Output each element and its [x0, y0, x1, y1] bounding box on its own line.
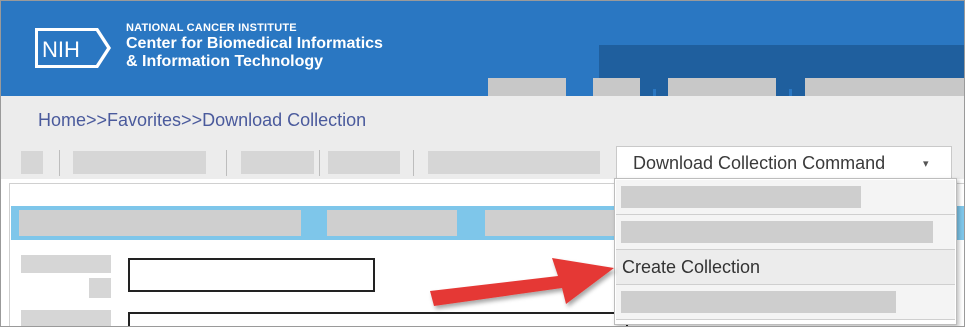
- create-collection-menu-item[interactable]: Create Collection: [616, 250, 955, 285]
- annotation-arrow-icon: [430, 258, 614, 306]
- dropdown-item[interactable]: [616, 180, 955, 215]
- column-header: [19, 210, 301, 236]
- dropdown-item-label: [621, 186, 861, 208]
- org-line-2: Center for Biomedical Informatics: [126, 35, 383, 52]
- toolbar: Download Collection Command ▾: [1, 146, 964, 179]
- field-label: [21, 310, 111, 326]
- breadcrumb-bar: Home>>Favorites>>Download Collection: [1, 96, 964, 146]
- org-line-3: & Information Technology: [126, 53, 324, 70]
- create-collection-label: Create Collection: [622, 257, 761, 277]
- nav-tab-4[interactable]: [805, 78, 964, 96]
- org-name: NATIONAL CANCER INSTITUTE Center for Bio…: [126, 21, 383, 71]
- dropdown-item-label: [621, 291, 896, 313]
- field-label: [89, 278, 111, 298]
- nav-divider: [789, 89, 792, 96]
- download-collection-command-button[interactable]: Download Collection Command ▾: [616, 146, 952, 179]
- dropdown-item-label: [621, 221, 933, 243]
- toolbar-button[interactable]: [241, 151, 314, 174]
- toolbar-button[interactable]: [328, 151, 400, 174]
- dropdown-item[interactable]: [616, 285, 955, 320]
- column-header: [485, 210, 615, 236]
- nav-divider: [578, 89, 581, 96]
- nav-tab-1[interactable]: [488, 78, 566, 96]
- breadcrumb[interactable]: Home>>Favorites>>Download Collection: [38, 110, 366, 131]
- site-header: NIH NATIONAL CANCER INSTITUTE Center for…: [1, 1, 964, 96]
- nav-divider: [653, 89, 656, 96]
- dropdown-item[interactable]: [616, 215, 955, 250]
- toolbar-separator: [226, 150, 227, 176]
- download-command-label: Download Collection Command: [633, 153, 886, 173]
- nav-tab-3[interactable]: [668, 78, 776, 96]
- nih-logo: NIH: [35, 28, 111, 68]
- toolbar-separator: [319, 150, 320, 176]
- nav-tab-2[interactable]: [593, 78, 640, 96]
- toolbar-separator: [413, 150, 414, 176]
- download-command-dropdown: Create Collection: [614, 178, 957, 325]
- field-label: [21, 255, 111, 273]
- toolbar-button[interactable]: [428, 151, 600, 174]
- logo-text: NIH: [42, 37, 80, 62]
- toolbar-button[interactable]: [73, 151, 206, 174]
- app-window: NIH NATIONAL CANCER INSTITUTE Center for…: [0, 0, 965, 327]
- toolbar-separator: [59, 150, 60, 176]
- toolbar-button[interactable]: [21, 151, 43, 174]
- column-header: [327, 210, 457, 236]
- collection-name-input[interactable]: [128, 258, 375, 292]
- org-line-1: NATIONAL CANCER INSTITUTE: [126, 22, 297, 34]
- chevron-down-icon: ▾: [923, 158, 929, 170]
